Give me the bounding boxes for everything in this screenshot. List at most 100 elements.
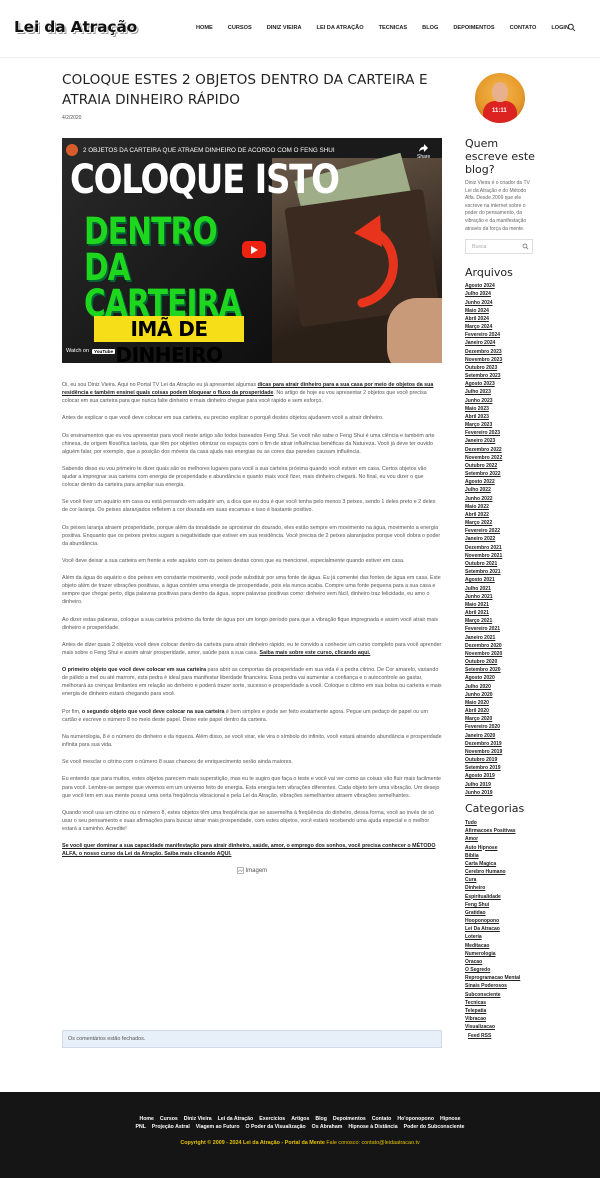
- category-link[interactable]: O Segredo: [465, 966, 535, 974]
- archive-link[interactable]: Fevereiro 2020: [465, 723, 535, 731]
- footer-link[interactable]: Ho'oponopono: [394, 1116, 437, 1122]
- archive-link[interactable]: Outubro 2019: [465, 756, 535, 764]
- archive-link[interactable]: Abril 2024: [465, 315, 535, 323]
- category-link[interactable]: Loteria: [465, 933, 535, 941]
- nav-home[interactable]: HOME: [190, 25, 219, 31]
- category-link[interactable]: Dinheiro: [465, 884, 535, 892]
- archive-link[interactable]: Junho 2020: [465, 691, 535, 699]
- archive-link[interactable]: Agosto 2019: [465, 772, 535, 780]
- category-link[interactable]: Oracao: [465, 958, 535, 966]
- archive-link[interactable]: Setembro 2020: [465, 666, 535, 674]
- archive-link[interactable]: Março 2020: [465, 715, 535, 723]
- nav-cursos[interactable]: CURSOS: [219, 25, 258, 31]
- archive-link[interactable]: Dezembro 2023: [465, 348, 535, 356]
- share-button[interactable]: Share: [417, 144, 430, 160]
- archive-link[interactable]: Setembro 2022: [465, 470, 535, 478]
- footer-link[interactable]: Home: [137, 1116, 157, 1122]
- archive-link[interactable]: Dezembro 2021: [465, 544, 535, 552]
- archive-link[interactable]: Abril 2020: [465, 707, 535, 715]
- video-embed[interactable]: 2 OBJETOS DA CARTEIRA QUE ATRAEM DINHEIR…: [62, 138, 442, 363]
- archive-link[interactable]: Junho 2023: [465, 397, 535, 405]
- category-link[interactable]: Gratidao: [465, 909, 535, 917]
- archive-link[interactable]: Outubro 2023: [465, 364, 535, 372]
- footer-link[interactable]: Lei da Atração: [215, 1116, 257, 1122]
- archive-link[interactable]: Dezembro 2020: [465, 642, 535, 650]
- archive-link[interactable]: Janeiro 2022: [465, 535, 535, 543]
- archive-link[interactable]: Janeiro 2020: [465, 732, 535, 740]
- archive-link[interactable]: Novembro 2019: [465, 748, 535, 756]
- archive-link[interactable]: Junho 2019: [465, 789, 535, 797]
- category-link[interactable]: Sinais Poderosos: [465, 982, 535, 990]
- footer-link[interactable]: Artigos: [288, 1116, 312, 1122]
- category-link[interactable]: Tudo: [465, 819, 535, 827]
- nav-blog[interactable]: BLOG: [413, 25, 444, 31]
- footer-link[interactable]: Os Abraham: [309, 1124, 346, 1130]
- footer-link[interactable]: Cursos: [157, 1116, 181, 1122]
- archive-link[interactable]: Setembro 2019: [465, 764, 535, 772]
- archive-link[interactable]: Julho 2022: [465, 486, 535, 494]
- category-link[interactable]: Lei Da Atracao: [465, 925, 535, 933]
- category-link[interactable]: Reprogramacao Mental: [465, 974, 535, 982]
- nav-diniz-vieira[interactable]: DINIZ VIEIRA: [258, 25, 308, 31]
- archive-link[interactable]: Março 2023: [465, 421, 535, 429]
- category-link[interactable]: Vibracao: [465, 1015, 535, 1023]
- course-link[interactable]: Saiba mais sobre este curso, clicando aq…: [260, 650, 371, 656]
- archive-link[interactable]: Agosto 2024: [465, 282, 535, 290]
- footer-link[interactable]: Blog: [312, 1116, 330, 1122]
- category-link[interactable]: Amor: [465, 835, 535, 843]
- video-title[interactable]: 2 OBJETOS DA CARTEIRA QUE ATRAEM DINHEIR…: [83, 147, 335, 154]
- rss-feed-link[interactable]: Feed RSS: [468, 1033, 535, 1039]
- archive-link[interactable]: Setembro 2023: [465, 372, 535, 380]
- archive-link[interactable]: Outubro 2021: [465, 560, 535, 568]
- category-link[interactable]: Numerologia: [465, 950, 535, 958]
- archive-link[interactable]: Abril 2022: [465, 511, 535, 519]
- archive-link[interactable]: Janeiro 2024: [465, 339, 535, 347]
- footer-link[interactable]: Depoimentos: [330, 1116, 369, 1122]
- category-link[interactable]: Afirmacoes Positivas: [465, 827, 535, 835]
- archive-link[interactable]: Maio 2023: [465, 405, 535, 413]
- archive-link[interactable]: Julho 2023: [465, 388, 535, 396]
- archive-link[interactable]: Maio 2021: [465, 601, 535, 609]
- archive-link[interactable]: Janeiro 2021: [465, 634, 535, 642]
- archive-link[interactable]: Julho 2021: [465, 585, 535, 593]
- channel-avatar[interactable]: [66, 144, 78, 156]
- archive-link[interactable]: Maio 2020: [465, 699, 535, 707]
- archive-link[interactable]: Dezembro 2022: [465, 446, 535, 454]
- archive-link[interactable]: Junho 2022: [465, 495, 535, 503]
- search-icon[interactable]: [567, 23, 576, 32]
- footer-link[interactable]: Poder do Subconsciente: [401, 1124, 468, 1130]
- metodo-alfa-link[interactable]: Se você quer dominar a sua capacidade ma…: [62, 842, 442, 858]
- category-link[interactable]: Feng Shui: [465, 901, 535, 909]
- archive-link[interactable]: Agosto 2023: [465, 380, 535, 388]
- nav-contato[interactable]: CONTATO: [501, 25, 543, 31]
- footer-link[interactable]: Exercícios: [256, 1116, 288, 1122]
- archive-link[interactable]: Dezembro 2019: [465, 740, 535, 748]
- category-link[interactable]: Cerebro Humano: [465, 868, 535, 876]
- archive-link[interactable]: Outubro 2022: [465, 462, 535, 470]
- archive-link[interactable]: Outubro 2020: [465, 658, 535, 666]
- category-link[interactable]: Carta Magica: [465, 860, 535, 868]
- archive-link[interactable]: Março 2021: [465, 617, 535, 625]
- footer-link[interactable]: Diniz Vieira: [181, 1116, 215, 1122]
- archive-link[interactable]: Julho 2019: [465, 781, 535, 789]
- footer-link[interactable]: Hipnose à Distância: [345, 1124, 400, 1130]
- archive-link[interactable]: Agosto 2022: [465, 478, 535, 486]
- archive-link[interactable]: Fevereiro 2024: [465, 331, 535, 339]
- footer-link[interactable]: Contato: [369, 1116, 395, 1122]
- footer-link[interactable]: Hipnose: [437, 1116, 463, 1122]
- category-link[interactable]: Hooponopono: [465, 917, 535, 925]
- contact-text[interactable]: Fale conosco: contato@leidaatracao.tv: [325, 1140, 419, 1146]
- archive-link[interactable]: Abril 2023: [465, 413, 535, 421]
- archive-link[interactable]: Fevereiro 2021: [465, 625, 535, 633]
- archive-link[interactable]: Março 2022: [465, 519, 535, 527]
- archive-link[interactable]: Março 2024: [465, 323, 535, 331]
- category-link[interactable]: Meditacao: [465, 942, 535, 950]
- category-link[interactable]: Visualizacao: [465, 1023, 535, 1031]
- nav-tecnicas[interactable]: TECNICAS: [370, 25, 414, 31]
- footer-link[interactable]: O Poder da Visualização: [243, 1124, 309, 1130]
- sidebar-search-input[interactable]: Busca: [465, 239, 533, 255]
- archive-link[interactable]: Agosto 2020: [465, 674, 535, 682]
- footer-link[interactable]: PNL: [133, 1124, 149, 1130]
- category-link[interactable]: Cura: [465, 876, 535, 884]
- archive-link[interactable]: Novembro 2022: [465, 454, 535, 462]
